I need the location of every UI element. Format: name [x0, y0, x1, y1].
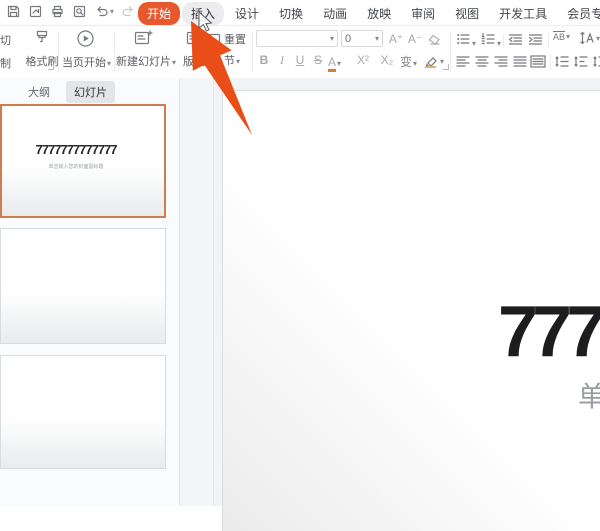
ribbon-toolbar: 剪切 复制 格式刷 当页开始▾ 新建幻灯片▾ 版式 重置 节▾ ▾ 0▾ A⁺ …: [0, 26, 600, 79]
section-button[interactable]: 节▾: [205, 52, 240, 68]
clear-format-icon[interactable]: [427, 33, 442, 46]
highlight-color-button[interactable]: ▾: [424, 55, 444, 68]
editor-area: 7777777777777 单击输入您的封面副标题: [214, 78, 600, 506]
tab-membership[interactable]: 会员专享: [558, 2, 600, 25]
new-slide-icon: [133, 28, 154, 48]
quick-access-toolbar: ▾ ⌄: [6, 4, 152, 19]
align-left-icon[interactable]: [456, 55, 470, 68]
bullets-button[interactable]: ▾: [456, 32, 476, 51]
panel-tab-bar: 大纲 幻灯片: [20, 81, 115, 103]
line-spacing-button[interactable]: ▾: [580, 31, 600, 45]
undo-caret-icon: ▾: [110, 7, 114, 16]
reset-slide-icon: [205, 32, 221, 46]
underline-button[interactable]: U: [292, 53, 308, 67]
slide-thumbnail-1[interactable]: 7777777777777 单击输入您的封面副标题: [0, 104, 166, 218]
editor-gutter: [180, 78, 214, 506]
space-before-icon[interactable]: [555, 55, 569, 68]
space-after-icon[interactable]: [574, 55, 588, 68]
slide-thumbnail-3[interactable]: [0, 355, 166, 469]
font-dialog-launcher[interactable]: [443, 64, 449, 70]
font-name-combo[interactable]: ▾: [256, 30, 338, 47]
tab-animation[interactable]: 动画: [314, 2, 356, 25]
align-center-icon[interactable]: [475, 55, 489, 68]
tab-outline[interactable]: 大纲: [20, 81, 58, 103]
format-painter-button[interactable]: 格式刷: [22, 28, 62, 69]
text-direction-icon: AB: [553, 31, 565, 42]
tab-slideshow[interactable]: 放映: [358, 2, 400, 25]
text-direction-button[interactable]: AB▾: [553, 31, 570, 42]
slide-thumbnail-2[interactable]: [0, 228, 166, 344]
font-color-icon: A: [328, 55, 336, 72]
bold-button[interactable]: B: [256, 53, 272, 67]
menu-tab-bar: 开始 插入 设计 切换 动画 放映 审阅 视图 开发工具 会员专享 稻壳资源: [138, 2, 600, 25]
save-icon[interactable]: [6, 4, 21, 19]
slide-canvas[interactable]: 7777777777777 单击输入您的封面副标题: [222, 90, 600, 531]
title-bar: ▾ ⌄ 开始 插入 设计 切换 动画 放映 审阅 视图 开发工具 会员专享 稻壳…: [0, 0, 600, 26]
tab-slides[interactable]: 幻灯片: [66, 81, 115, 103]
slide-layout-icon: [184, 28, 205, 48]
line-spacing-icon: [580, 31, 595, 45]
section-icon: [205, 53, 221, 67]
paragraph-spacing-icon[interactable]: [593, 55, 600, 68]
numbering-button[interactable]: ▾: [481, 32, 501, 51]
slide-title-text[interactable]: 7777777777777: [498, 291, 600, 373]
export-icon[interactable]: [28, 4, 43, 19]
tab-transition[interactable]: 切换: [270, 2, 312, 25]
tab-review[interactable]: 审阅: [402, 2, 444, 25]
tab-insert[interactable]: 插入: [182, 2, 224, 25]
undo-button[interactable]: ▾: [94, 4, 114, 19]
decrease-font-button[interactable]: A⁻: [407, 32, 423, 46]
superscript-button[interactable]: X²: [352, 53, 374, 67]
print-icon[interactable]: [50, 4, 65, 19]
print-preview-icon[interactable]: [72, 4, 87, 19]
clipboard-dialog-launcher[interactable]: [48, 64, 54, 70]
increase-indent-icon[interactable]: [528, 33, 543, 46]
copy-button[interactable]: 复制: [0, 55, 11, 71]
slide-subtitle-text[interactable]: 单击输入您的封面副标题: [578, 375, 600, 415]
play-circle-icon: [75, 28, 96, 49]
tab-design[interactable]: 设计: [226, 2, 268, 25]
highlighter-icon: [424, 55, 439, 68]
tab-view[interactable]: 视图: [446, 2, 488, 25]
bullets-icon: [456, 32, 471, 46]
font-color-button[interactable]: A▾: [328, 53, 341, 71]
align-justify-icon[interactable]: [513, 55, 527, 68]
undo-icon: [94, 4, 109, 19]
text-effect-button[interactable]: 变▾: [400, 53, 417, 70]
reset-button[interactable]: 重置: [205, 31, 246, 47]
strikethrough-button[interactable]: S: [310, 53, 326, 67]
decrease-indent-icon[interactable]: [508, 33, 523, 46]
font-size-combo[interactable]: 0▾: [341, 30, 383, 47]
redo-icon[interactable]: [121, 4, 136, 19]
slide-panel: 大纲 幻灯片 7777777777777 单击输入您的封面副标题: [0, 78, 179, 506]
thumbnail-title: 7777777777777: [2, 142, 150, 157]
play-from-current-button[interactable]: 当页开始▾: [62, 28, 108, 70]
tab-developer[interactable]: 开发工具: [490, 2, 556, 25]
italic-button[interactable]: I: [274, 53, 290, 68]
cut-button[interactable]: 剪切: [0, 32, 11, 48]
numbering-icon: [481, 32, 496, 46]
distribute-text-icon[interactable]: [530, 55, 546, 68]
align-right-icon[interactable]: [494, 55, 508, 68]
tab-home[interactable]: 开始: [138, 2, 180, 25]
workspace: 大纲 幻灯片 7777777777777 单击输入您的封面副标题 7777777…: [0, 78, 600, 506]
new-slide-button[interactable]: 新建幻灯片▾: [116, 28, 170, 69]
increase-font-button[interactable]: A⁺: [388, 32, 404, 46]
format-painter-icon: [32, 28, 52, 48]
thumbnail-subtitle: 单击输入您的封面副标题: [39, 162, 113, 170]
subscript-button[interactable]: X₂: [376, 53, 398, 67]
